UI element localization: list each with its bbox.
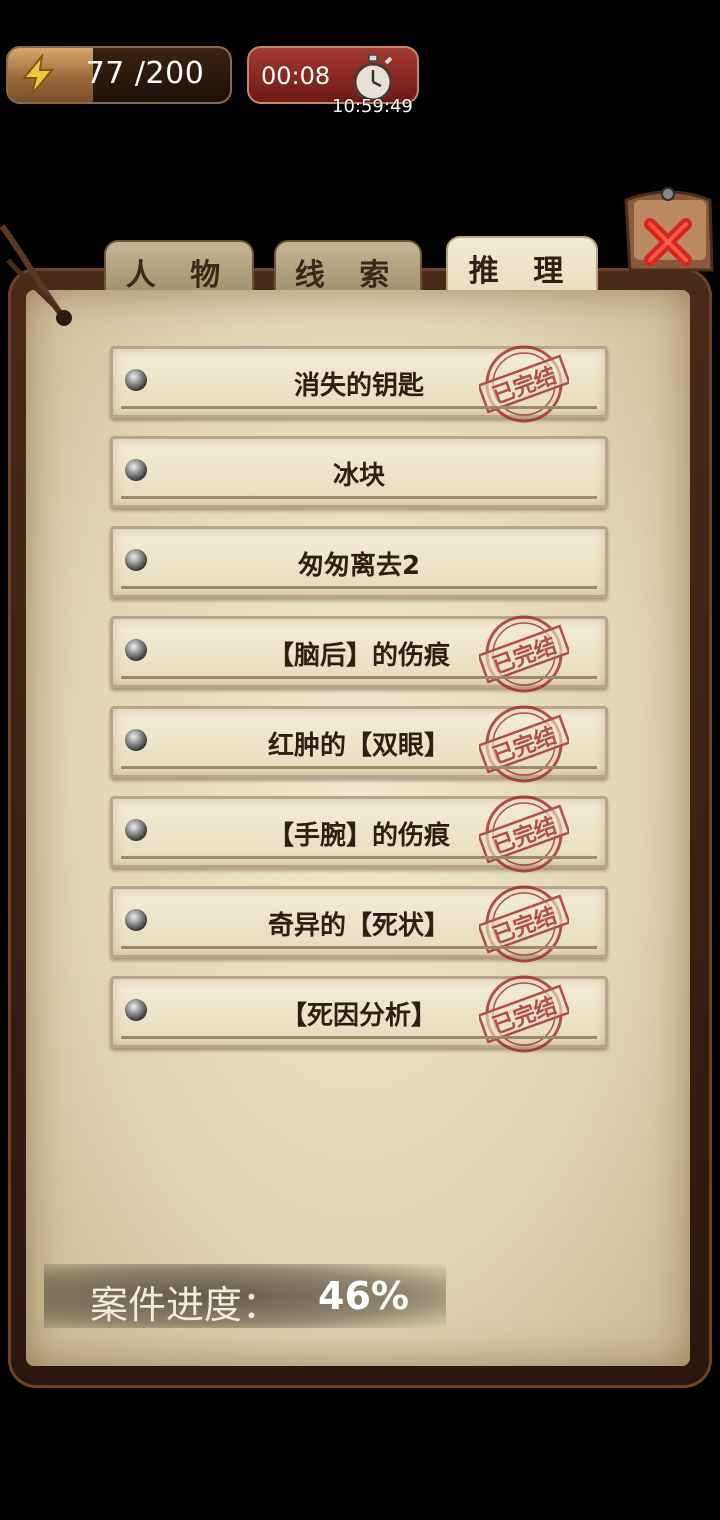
pushpin-icon (125, 459, 147, 481)
pushpin-icon (125, 729, 147, 751)
completed-stamp: 已完结 (479, 975, 569, 1053)
energy-count: 77 /200 (85, 56, 205, 91)
progress-value: 46% (318, 1274, 409, 1318)
pushpin-icon (125, 999, 147, 1021)
deduction-item[interactable]: 消失的钥匙 已完结 (110, 345, 608, 423)
deduction-item[interactable]: 【死因分析】 已完结 (110, 975, 608, 1053)
tab-label: 推 理 (468, 254, 576, 289)
pushpin-icon (125, 909, 147, 931)
completed-stamp: 已完结 (479, 615, 569, 693)
completed-stamp: 已完结 (479, 795, 569, 873)
tab-label: 人 物 (125, 258, 233, 293)
close-button[interactable] (620, 184, 716, 280)
tab-clues[interactable]: 线 索 (274, 240, 422, 294)
deduction-item[interactable]: 匆匆离去2 (110, 526, 608, 598)
pushpin-icon (125, 369, 147, 391)
tab-label: 线 索 (294, 258, 402, 293)
pushpin-icon (125, 549, 147, 571)
timer-countdown: 00:08 (261, 62, 331, 90)
energy-bar[interactable]: 77 /200 (6, 46, 232, 104)
deduction-item[interactable]: 红肿的【双眼】 已完结 (110, 705, 608, 783)
deduction-item[interactable]: 冰块 (110, 436, 608, 508)
completed-stamp: 已完结 (479, 885, 569, 963)
progress-label: 案件进度： (90, 1283, 281, 1327)
pushpin-icon (125, 639, 147, 661)
pushpin-icon (125, 819, 147, 841)
string-tie-icon (0, 224, 72, 326)
clock-time: 10:59:49 (332, 96, 413, 117)
tab-characters[interactable]: 人 物 (104, 240, 254, 294)
tab-deduction[interactable]: 推 理 (446, 236, 598, 296)
completed-stamp: 已完结 (479, 705, 569, 783)
lightning-bolt-icon (21, 54, 55, 95)
deduction-item[interactable]: 【脑后】的伤痕 已完结 (110, 615, 608, 693)
deduction-item[interactable]: 奇异的【死状】 已完结 (110, 885, 608, 963)
deduction-item-label: 冰块 (332, 461, 385, 491)
completed-stamp: 已完结 (479, 345, 569, 423)
deduction-item[interactable]: 【手腕】的伤痕 已完结 (110, 795, 608, 873)
deduction-item-label: 匆匆离去2 (297, 551, 421, 581)
